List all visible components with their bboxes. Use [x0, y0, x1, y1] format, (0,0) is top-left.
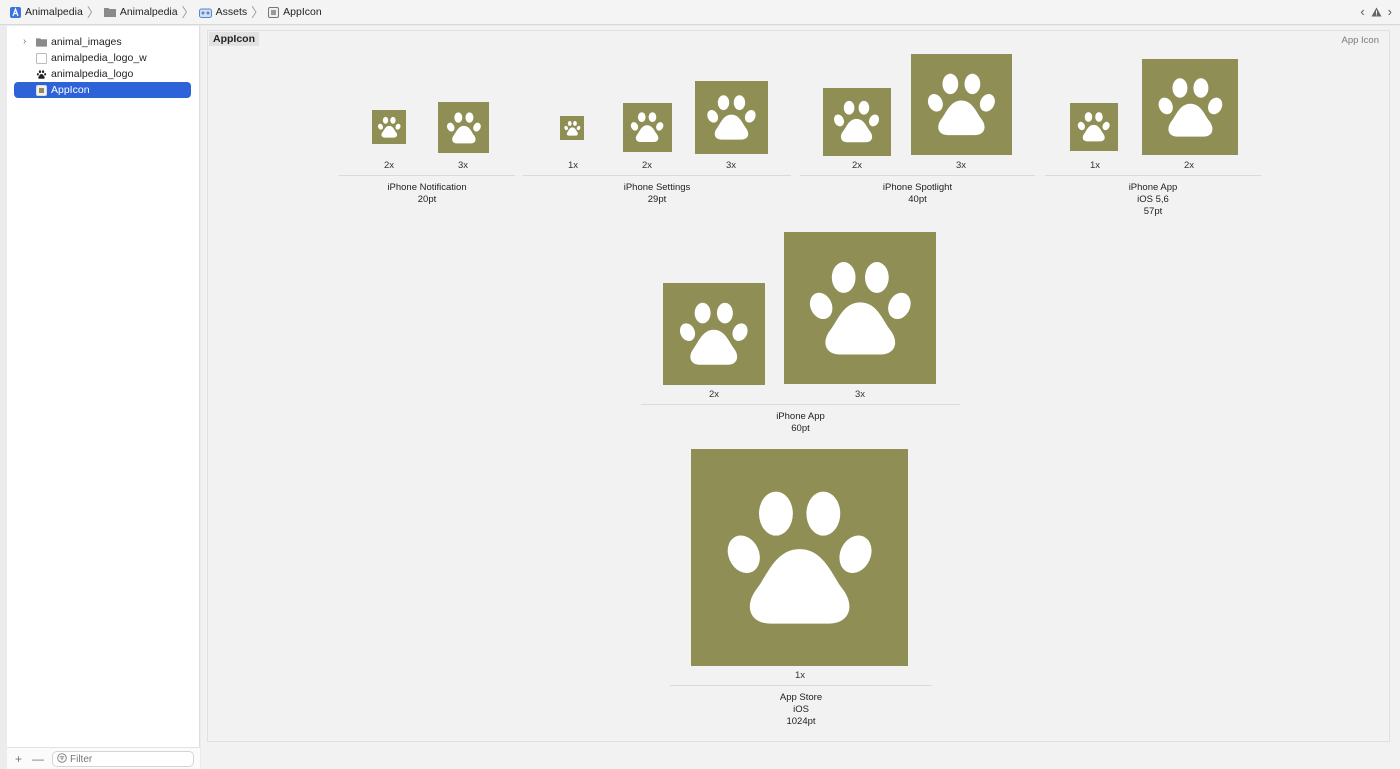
paw-icon: [628, 108, 666, 146]
scale-label: 1x: [794, 670, 806, 681]
disclosure-chevron-icon[interactable]: ›: [23, 36, 26, 47]
group-label-app60: iPhone App 60pt: [776, 411, 825, 434]
appicon-set-icon: [268, 6, 280, 18]
filter-input[interactable]: [70, 753, 180, 765]
folder-icon: [103, 7, 116, 17]
scale-label: 2x: [708, 389, 720, 400]
breadcrumb-chevron-icon: 〉: [86, 4, 100, 20]
scale-label: 3x: [955, 160, 967, 171]
warning-icon[interactable]: [1371, 7, 1382, 17]
breadcrumb-assets[interactable]: Assets: [198, 6, 247, 18]
sidebar-footer: + —: [7, 747, 200, 769]
set-title: AppIcon: [209, 32, 259, 46]
scale-label: 2x: [851, 160, 863, 171]
paw-icon: [830, 95, 883, 148]
paw-icon: [674, 294, 754, 374]
asset-tree: › animal_images animalpedia_logo_w anima…: [7, 26, 199, 98]
paw-icon: [563, 119, 582, 138]
add-asset-button[interactable]: +: [15, 752, 22, 766]
breadcrumb-project[interactable]: Animalpedia: [10, 6, 83, 18]
breadcrumb-chevron-icon: 〉: [251, 4, 265, 20]
group-label-appstore: App Store iOS 1024pt: [779, 692, 823, 727]
breadcrumb-appicon[interactable]: AppIcon: [268, 6, 322, 18]
sidebar-item-animalpedia-logo-w[interactable]: animalpedia_logo_w: [14, 50, 191, 66]
group-label-notification: iPhone Notification 20pt: [387, 182, 467, 205]
appicon-set-icon: [36, 84, 47, 96]
paw-icon: [1075, 108, 1112, 145]
filter-field[interactable]: [52, 751, 194, 767]
breadcrumb-chevron-icon: 〉: [181, 4, 195, 20]
scale-label: 1x: [1089, 160, 1101, 171]
set-kind-label: App Icon: [1341, 35, 1380, 46]
paw-icon: [801, 249, 920, 368]
folder-icon: [36, 37, 47, 48]
paw-icon: [444, 108, 484, 148]
paw-image-set-icon: [36, 68, 47, 80]
back-chevron-icon[interactable]: ‹: [1360, 4, 1364, 19]
paw-icon: [922, 65, 1001, 144]
xcode-project-icon: [10, 6, 21, 18]
icon-slot-app57-2x[interactable]: [1142, 59, 1238, 155]
scale-label: 1x: [567, 160, 579, 171]
breadcrumb-folder[interactable]: Animalpedia: [103, 6, 178, 18]
group-divider: [670, 685, 932, 686]
group-divider: [1045, 175, 1261, 176]
scale-label: 2x: [383, 160, 395, 171]
icon-slot-settings-2x[interactable]: [623, 103, 672, 152]
group-divider: [800, 175, 1035, 176]
paw-icon: [376, 114, 403, 141]
icon-slot-app60-2x[interactable]: [663, 283, 765, 385]
forward-chevron-icon[interactable]: ›: [1388, 4, 1392, 19]
scale-label: 2x: [641, 160, 653, 171]
asset-editor: AppIcon App Icon 2x 3x iPhone Notificati…: [201, 26, 1400, 769]
image-set-blank-icon: [36, 52, 47, 64]
sidebar-item-animalpedia-logo[interactable]: animalpedia_logo: [14, 66, 191, 82]
paw-icon: [715, 473, 884, 642]
editor-nav-controls: ‹ ›: [1360, 4, 1392, 19]
appicon-set-panel: AppIcon App Icon 2x 3x iPhone Notificati…: [207, 30, 1390, 742]
sidebar-item-animal-images[interactable]: › animal_images: [14, 34, 191, 50]
scale-label: 3x: [725, 160, 737, 171]
icon-slot-settings-1x[interactable]: [560, 116, 584, 140]
icon-slot-settings-3x[interactable]: [695, 81, 768, 154]
asset-sidebar: › animal_images animalpedia_logo_w anima…: [7, 26, 200, 769]
paw-icon: [703, 89, 760, 146]
group-divider: [339, 175, 515, 176]
paw-icon: [1153, 70, 1228, 145]
icon-slot-spotlight-2x[interactable]: [823, 88, 891, 156]
icon-slot-app57-1x[interactable]: [1070, 103, 1118, 151]
icon-slot-notification-3x[interactable]: [438, 102, 489, 153]
group-label-spotlight: iPhone Spotlight 40pt: [882, 182, 953, 205]
icon-slot-appstore-1x[interactable]: [691, 449, 908, 666]
icon-slot-spotlight-3x[interactable]: [911, 54, 1012, 155]
group-label-settings: iPhone Settings 29pt: [623, 182, 691, 205]
scale-label: 2x: [1183, 160, 1195, 171]
filter-icon: [57, 752, 67, 766]
group-divider: [641, 404, 960, 405]
icon-slot-notification-2x[interactable]: [372, 110, 406, 144]
remove-asset-button[interactable]: —: [32, 752, 44, 766]
breadcrumb: Animalpedia 〉 Animalpedia 〉 Assets 〉 App…: [0, 0, 1400, 25]
scale-label: 3x: [457, 160, 469, 171]
asset-catalog-icon: [198, 7, 212, 18]
icon-slot-app60-3x[interactable]: [784, 232, 936, 384]
group-label-app57: iPhone App iOS 5,6 57pt: [1128, 182, 1178, 217]
group-divider: [523, 175, 791, 176]
sidebar-item-appicon[interactable]: AppIcon: [14, 82, 191, 98]
scale-label: 3x: [854, 389, 866, 400]
